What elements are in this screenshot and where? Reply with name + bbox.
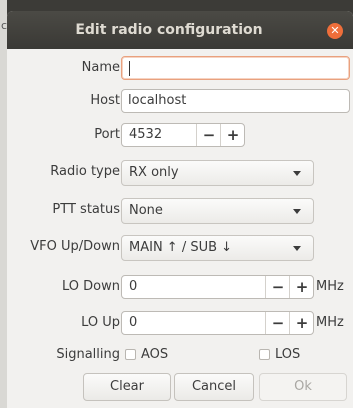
port-row: Port 4532 − +	[7, 121, 353, 149]
ok-button[interactable]: Ok	[259, 373, 347, 401]
lo-up-spinbox[interactable]: 0 − +	[121, 311, 314, 335]
vfo-label: VFO Up/Down	[30, 239, 120, 254]
lo-down-value: 0	[129, 279, 138, 294]
edit-radio-dialog: Edit radio configuration ✕ Name Host loc…	[7, 11, 353, 408]
port-decrement-button[interactable]: −	[196, 124, 221, 146]
lo-up-label: LO Up	[81, 315, 120, 330]
los-checkbox[interactable]	[259, 349, 270, 360]
background-window-edge	[0, 0, 7, 408]
los-label[interactable]: LOS	[275, 342, 300, 368]
lo-down-increment-button[interactable]: +	[289, 276, 313, 298]
dialog-titlebar: Edit radio configuration ✕	[7, 11, 353, 49]
button-row: Clear Cancel Ok	[7, 373, 353, 401]
lo-down-decrement-button[interactable]: −	[265, 276, 290, 298]
text-caret	[129, 61, 130, 76]
lo-up-row: LO Up 0 − + MHz	[7, 309, 353, 337]
lo-down-row: LO Down 0 − + MHz	[7, 273, 353, 301]
port-value: 4532	[129, 127, 163, 142]
radio-type-select[interactable]: RX only	[121, 160, 314, 186]
lo-up-decrement-button[interactable]: −	[265, 312, 290, 334]
lo-up-increment-button[interactable]: +	[289, 312, 313, 334]
ptt-status-select[interactable]: None	[121, 198, 314, 224]
radio-type-row: Radio type RX only	[7, 158, 353, 186]
close-icon[interactable]: ✕	[327, 23, 343, 39]
clear-button[interactable]: Clear	[83, 373, 171, 401]
ptt-status-label: PTT status	[52, 202, 120, 217]
vfo-select[interactable]: MAIN ↑ / SUB ↓	[121, 235, 314, 261]
port-label: Port	[94, 127, 120, 142]
background-window-edge-mark: c	[1, 19, 8, 32]
name-label: Name	[81, 60, 120, 75]
host-row: Host localhost	[7, 87, 353, 115]
lo-up-unit: MHz	[316, 315, 344, 330]
signalling-label: Signalling	[56, 347, 120, 362]
lo-up-value: 0	[129, 315, 138, 330]
host-label: Host	[90, 93, 120, 108]
signalling-row: Signalling AOS LOS	[7, 342, 353, 368]
name-input[interactable]	[121, 56, 350, 80]
lo-down-label: LO Down	[62, 279, 120, 294]
chevron-down-icon	[293, 171, 301, 176]
port-increment-button[interactable]: +	[220, 124, 244, 146]
lo-down-unit: MHz	[316, 279, 344, 294]
radio-type-label: Radio type	[50, 164, 120, 179]
dialog-title: Edit radio configuration	[75, 22, 263, 38]
port-spinbox[interactable]: 4532 − +	[121, 123, 245, 147]
aos-checkbox[interactable]	[125, 349, 136, 360]
chevron-down-icon	[293, 246, 301, 251]
name-row: Name	[7, 54, 353, 82]
ptt-status-row: PTT status None	[7, 196, 353, 224]
chevron-down-icon	[293, 209, 301, 214]
cancel-button[interactable]: Cancel	[174, 373, 254, 401]
vfo-row: VFO Up/Down MAIN ↑ / SUB ↓	[7, 233, 353, 261]
lo-down-spinbox[interactable]: 0 − +	[121, 275, 314, 299]
aos-label[interactable]: AOS	[141, 342, 168, 368]
host-input[interactable]: localhost	[121, 89, 350, 113]
